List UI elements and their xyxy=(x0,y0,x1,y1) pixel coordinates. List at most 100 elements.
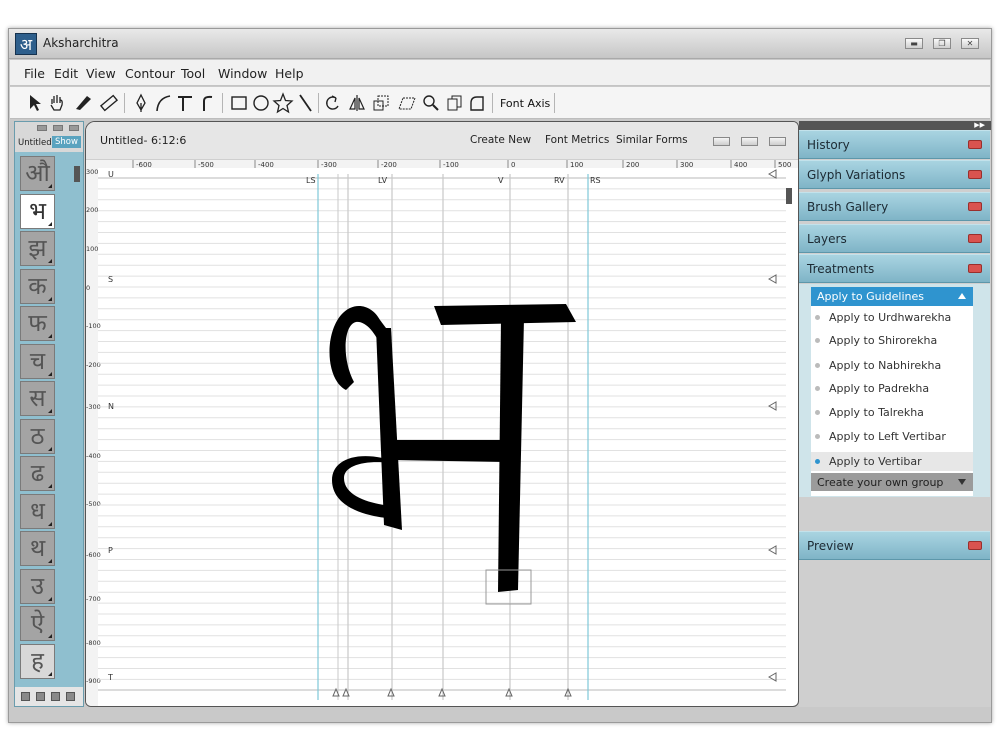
menu-file[interactable]: File xyxy=(24,66,45,81)
f-stroke-icon[interactable] xyxy=(196,92,218,114)
strip-scrollbar[interactable] xyxy=(74,166,80,182)
guideline-item[interactable]: Apply to Vertibar xyxy=(811,452,973,471)
strip-minimize-icon[interactable] xyxy=(37,125,47,131)
font-metrics-button[interactable]: Font Metrics xyxy=(545,134,609,146)
menu-tool[interactable]: Tool xyxy=(181,66,205,81)
group-label: Apply to Guidelines xyxy=(817,290,924,303)
strip-show-button[interactable]: Show xyxy=(52,136,81,148)
pointer-icon[interactable] xyxy=(24,92,46,114)
close-icon[interactable] xyxy=(968,140,982,149)
scale-icon[interactable] xyxy=(370,92,392,114)
strip-restore-icon[interactable] xyxy=(53,125,63,131)
ruler-y-label: -400 xyxy=(86,452,101,460)
line-icon[interactable] xyxy=(294,92,316,114)
strip-tool-icon[interactable] xyxy=(36,692,45,701)
toolbar-separator xyxy=(554,93,555,113)
rotate-icon[interactable] xyxy=(322,92,344,114)
menu-view[interactable]: View xyxy=(86,66,116,81)
create-new-button[interactable]: Create New xyxy=(470,134,531,146)
hand-icon[interactable] xyxy=(46,92,68,114)
ruler-y-label: -500 xyxy=(86,500,101,508)
glyph-thumbnail[interactable]: स xyxy=(20,381,55,416)
glyph-thumbnail[interactable]: औ xyxy=(20,156,55,191)
similar-forms-button[interactable]: Similar Forms xyxy=(616,134,688,146)
guideline-item-label: Apply to Urdhwarekha xyxy=(829,311,952,324)
corner-icon[interactable] xyxy=(466,92,488,114)
close-icon[interactable] xyxy=(968,264,982,273)
close-icon[interactable] xyxy=(968,541,982,550)
chevron-down-icon xyxy=(958,479,966,485)
glyph-thumbnail[interactable]: झ xyxy=(20,231,55,266)
glyph-thumbnail[interactable]: ऐ xyxy=(20,606,55,641)
font-axis-button[interactable]: Font Axis xyxy=(500,97,550,110)
ruler-y-label: -900 xyxy=(86,677,101,685)
menu-edit[interactable]: Edit xyxy=(54,66,78,81)
bullet-icon xyxy=(815,410,820,415)
guideline-item[interactable]: Apply to Shirorekha xyxy=(811,331,973,350)
toolbar-separator xyxy=(222,93,223,113)
close-icon[interactable] xyxy=(968,234,982,243)
rectangle-icon[interactable] xyxy=(228,92,250,114)
pen-nib-icon[interactable] xyxy=(72,92,94,114)
guideline-label: P xyxy=(108,546,113,555)
ruler-y-label: -800 xyxy=(86,639,101,647)
glyph-thumbnail[interactable]: क xyxy=(20,268,55,304)
glyph-editor-area[interactable]: -600 -500 -400 -300 -200 -100 0 100 200 300 400 500… xyxy=(86,160,799,707)
panel-preview[interactable]: Preview xyxy=(799,531,990,560)
glyph-thumbnail[interactable]: च xyxy=(20,343,55,379)
t-stroke-icon[interactable] xyxy=(174,92,196,114)
guideline-item[interactable]: Apply to Talrekha xyxy=(811,403,973,422)
canvas-maximize-button[interactable] xyxy=(741,137,758,146)
guideline-item-label: Apply to Talrekha xyxy=(829,406,924,419)
guideline-item-label: Apply to Left Vertibar xyxy=(829,430,946,443)
canvas-close-button[interactable] xyxy=(769,137,786,146)
create-group-dropdown[interactable]: Create your own group xyxy=(811,473,973,491)
zoom-icon[interactable] xyxy=(420,92,442,114)
guide-handle-icon xyxy=(767,169,777,179)
close-icon[interactable] xyxy=(968,170,982,179)
menu-help[interactable]: Help xyxy=(275,66,304,81)
star-icon[interactable] xyxy=(272,92,294,114)
panel-brush-gallery[interactable]: Brush Gallery xyxy=(799,192,990,221)
guideline-label: RS xyxy=(590,176,601,185)
skew-icon[interactable] xyxy=(396,92,418,114)
strip-tool-icon[interactable] xyxy=(51,692,60,701)
title-bar[interactable]: अ Aksharchitra ▬ ❐ ✕ xyxy=(9,29,991,59)
glyph-thumbnail[interactable]: भ xyxy=(20,193,55,229)
strip-tool-icon[interactable] xyxy=(66,692,75,701)
panel-glyph-variations[interactable]: Glyph Variations xyxy=(799,160,990,189)
apply-to-guidelines-header[interactable]: Apply to Guidelines xyxy=(811,287,973,306)
guideline-item[interactable]: Apply to Padrekha xyxy=(811,379,973,398)
glyph-thumbnail[interactable]: ध xyxy=(20,493,55,529)
strip-close-icon[interactable] xyxy=(69,125,79,131)
panel-layers[interactable]: Layers xyxy=(799,224,990,253)
maximize-button[interactable]: ❐ xyxy=(933,38,951,49)
canvas-minimize-button[interactable] xyxy=(713,137,730,146)
glyph-menu-indicator xyxy=(48,334,52,338)
menu-contour[interactable]: Contour xyxy=(125,66,175,81)
guideline-item[interactable]: Apply to Left Vertibar xyxy=(811,427,973,446)
strip-tool-icon[interactable] xyxy=(21,692,30,701)
guideline-item[interactable]: Apply to Urdhwarekha xyxy=(811,308,973,327)
minimize-button[interactable]: ▬ xyxy=(905,38,923,49)
ruler-icon[interactable] xyxy=(98,92,120,114)
copy-icon[interactable] xyxy=(444,92,466,114)
curve-icon[interactable] xyxy=(152,92,174,114)
glyph-thumbnail[interactable]: थ xyxy=(20,531,55,566)
guideline-item[interactable]: Apply to Nabhirekha xyxy=(811,356,973,375)
strip-file-label: Untitled xyxy=(18,138,52,148)
glyph-thumbnail[interactable]: फ xyxy=(20,306,55,341)
close-button[interactable]: ✕ xyxy=(961,38,979,49)
glyph-thumbnail[interactable]: ह xyxy=(20,643,55,679)
panel-treatments[interactable]: Treatments xyxy=(799,254,990,283)
glyph-thumbnail[interactable]: ढ xyxy=(20,456,55,491)
pen-icon[interactable] xyxy=(130,92,152,114)
close-icon[interactable] xyxy=(968,202,982,211)
glyph-thumbnail[interactable]: ठ xyxy=(20,418,55,454)
panel-collapse-bar[interactable]: ▶▶ xyxy=(799,121,991,130)
ellipse-icon[interactable] xyxy=(250,92,272,114)
mirror-icon[interactable] xyxy=(346,92,368,114)
panel-history[interactable]: History xyxy=(799,130,990,159)
glyph-thumbnail[interactable]: उ xyxy=(20,568,55,604)
menu-window[interactable]: Window xyxy=(218,66,267,81)
